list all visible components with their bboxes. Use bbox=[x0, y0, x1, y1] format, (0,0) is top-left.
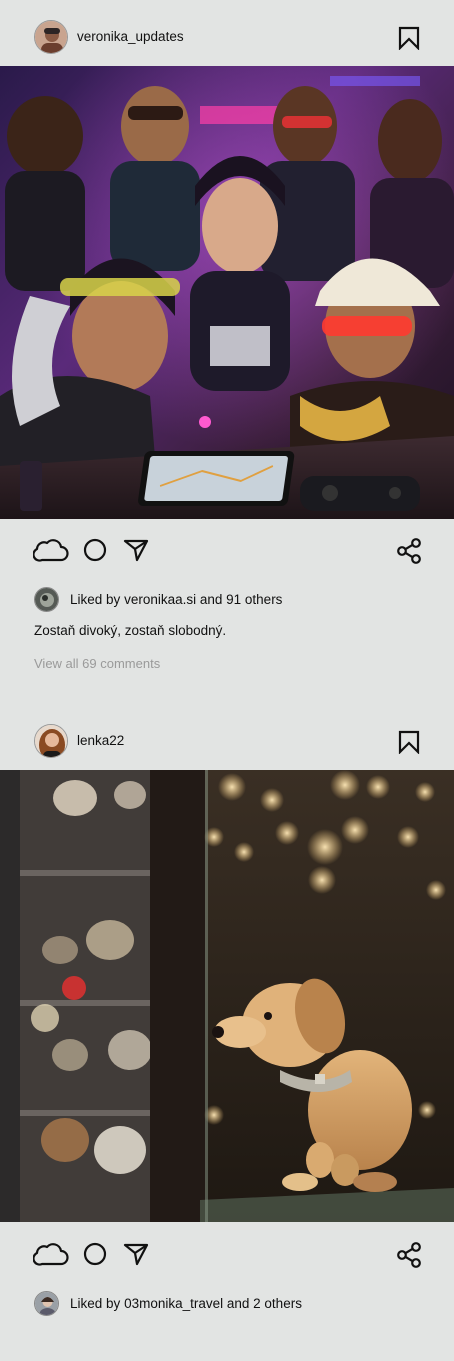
share-icon[interactable] bbox=[396, 537, 422, 565]
view-comments-link[interactable]: View all 69 comments bbox=[34, 656, 160, 671]
liked-by-row: Liked by 03monika_travel and 2 others bbox=[0, 1291, 454, 1317]
post-header: lenka22 bbox=[0, 722, 454, 762]
avatar[interactable] bbox=[34, 724, 68, 758]
post-actions bbox=[0, 1237, 454, 1277]
liked-suffix[interactable]: and 91 others bbox=[200, 592, 283, 607]
post-header: veronika_updates bbox=[0, 18, 454, 58]
user-avatar-icon bbox=[35, 1292, 58, 1315]
send-icon[interactable] bbox=[123, 538, 149, 562]
user-avatar-icon bbox=[35, 725, 67, 757]
liked-by-text: Liked by 03monika_travel and 2 others bbox=[70, 1296, 302, 1311]
share-icon[interactable] bbox=[396, 1241, 422, 1269]
user-avatar-icon bbox=[35, 588, 58, 611]
bookmark-icon[interactable] bbox=[398, 730, 420, 754]
liker-username[interactable]: veronikaa.si bbox=[124, 592, 196, 607]
post-1: veronika_updates Liked by veronikaa.si a… bbox=[0, 0, 454, 700]
cloud-icon[interactable] bbox=[33, 1241, 69, 1267]
liker-avatar[interactable] bbox=[34, 1291, 59, 1316]
illustration-image bbox=[0, 66, 454, 519]
post-image[interactable] bbox=[0, 66, 454, 519]
liked-by-row: Liked by veronikaa.si and 91 others bbox=[0, 587, 454, 613]
avatar[interactable] bbox=[34, 20, 68, 54]
send-icon[interactable] bbox=[123, 1242, 149, 1266]
post-username[interactable]: veronika_updates bbox=[77, 29, 184, 44]
photo-image bbox=[0, 770, 454, 1222]
post-2: lenka22 Liked by 03monika_travel and 2 o… bbox=[0, 700, 454, 1361]
circle-icon[interactable] bbox=[83, 538, 107, 562]
circle-icon[interactable] bbox=[83, 1242, 107, 1266]
liked-suffix[interactable]: and 2 others bbox=[227, 1296, 302, 1311]
user-avatar-icon bbox=[35, 21, 67, 53]
liked-prefix: Liked by bbox=[70, 592, 121, 607]
liked-by-text: Liked by veronikaa.si and 91 others bbox=[70, 592, 282, 607]
liker-username[interactable]: 03monika_travel bbox=[124, 1296, 223, 1311]
cloud-icon[interactable] bbox=[33, 537, 69, 563]
post-image[interactable] bbox=[0, 770, 454, 1222]
post-caption: Zostaň divoký, zostaň slobodný. bbox=[34, 623, 227, 638]
liked-prefix: Liked by bbox=[70, 1296, 121, 1311]
bookmark-icon[interactable] bbox=[398, 26, 420, 50]
post-actions bbox=[0, 533, 454, 573]
post-username[interactable]: lenka22 bbox=[77, 733, 124, 748]
liker-avatar[interactable] bbox=[34, 587, 59, 612]
